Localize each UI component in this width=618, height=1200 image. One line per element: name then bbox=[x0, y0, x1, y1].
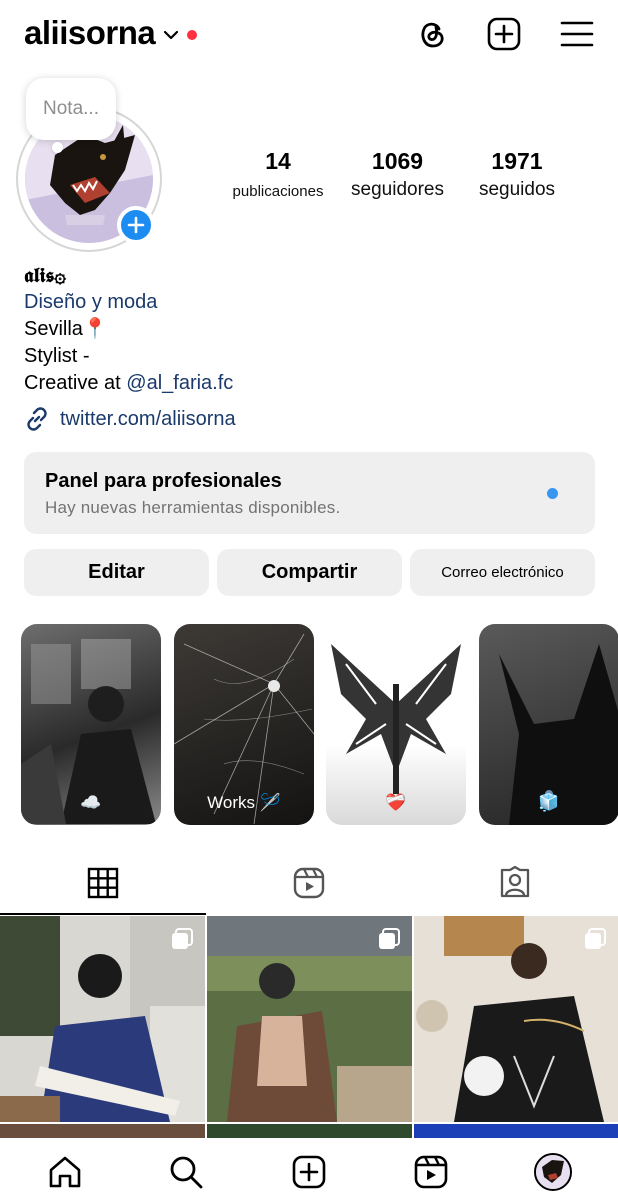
profile-avatar-small bbox=[534, 1153, 572, 1191]
mention-link[interactable]: @al_faria.fc bbox=[126, 372, 233, 394]
account-switcher[interactable]: aliisorna bbox=[24, 14, 198, 52]
nav-search[interactable] bbox=[166, 1152, 206, 1192]
plus-icon bbox=[127, 216, 145, 234]
home-icon bbox=[49, 1156, 81, 1188]
carousel-icon bbox=[172, 928, 193, 949]
note-placeholder: Nota... bbox=[43, 98, 99, 119]
threads-icon[interactable] bbox=[414, 16, 450, 52]
reels-icon bbox=[293, 867, 325, 899]
carousel-icon bbox=[585, 928, 606, 949]
tab-tagged[interactable] bbox=[412, 852, 618, 914]
tab-reels[interactable] bbox=[206, 852, 412, 914]
bottom-navigation bbox=[0, 1138, 618, 1200]
nav-profile[interactable] bbox=[533, 1152, 573, 1192]
note-bubble[interactable]: Nota... bbox=[26, 78, 116, 140]
highlight-4[interactable]: 🧊 bbox=[479, 624, 618, 825]
share-profile-button[interactable]: Compartir bbox=[217, 549, 402, 596]
external-link[interactable]: twitter.com/aliisorna bbox=[24, 406, 236, 432]
bio-line-prefix: Creative at bbox=[24, 372, 127, 394]
nav-create[interactable] bbox=[289, 1152, 329, 1192]
edit-profile-button[interactable]: Editar bbox=[24, 549, 209, 596]
username[interactable]: aliisorna bbox=[24, 14, 156, 52]
nav-reels[interactable] bbox=[411, 1152, 451, 1192]
professional-dashboard[interactable]: Panel para profesionales Hay nuevas herr… bbox=[24, 452, 595, 534]
post-thumbnail[interactable] bbox=[0, 916, 205, 1122]
highlight-label: 🧊 bbox=[538, 793, 560, 812]
highlight-1[interactable]: ☁️ bbox=[21, 624, 161, 825]
link-icon bbox=[27, 407, 47, 431]
panel-title: Panel para profesionales bbox=[45, 470, 282, 492]
top-bar: aliisorna bbox=[0, 0, 618, 70]
note-tail bbox=[52, 142, 63, 153]
create-icon bbox=[292, 1155, 326, 1189]
highlight-3[interactable]: ❤️‍🩹 bbox=[326, 624, 466, 825]
profile-tabs bbox=[0, 852, 618, 915]
notification-dot bbox=[187, 30, 198, 40]
carousel-icon bbox=[379, 928, 400, 949]
new-indicator-dot bbox=[547, 488, 558, 499]
stat-label: publicaciones bbox=[232, 183, 324, 200]
stat-posts[interactable]: 14 publicaciones bbox=[222, 148, 334, 200]
nav-home[interactable] bbox=[45, 1152, 85, 1192]
reels-icon bbox=[414, 1155, 448, 1189]
highlight-label: ☁️ bbox=[80, 793, 102, 812]
panel-subtitle: Hay nuevas herramientas disponibles. bbox=[45, 498, 341, 517]
highlight-label: ❤️‍🩹 bbox=[385, 793, 407, 812]
bio-line: Stylist - bbox=[24, 345, 90, 367]
post-thumbnail[interactable] bbox=[414, 916, 618, 1122]
bio-line-creative: Creative at @al_faria.fc bbox=[24, 370, 594, 397]
tab-grid[interactable] bbox=[0, 852, 206, 915]
post-thumbnail[interactable] bbox=[207, 916, 412, 1122]
highlight-label: Works 🪡 bbox=[207, 793, 281, 812]
tagged-icon bbox=[500, 866, 530, 898]
menu-icon[interactable] bbox=[559, 16, 595, 52]
search-icon bbox=[170, 1156, 203, 1189]
chevron-down-icon[interactable] bbox=[163, 29, 179, 41]
add-story-button[interactable] bbox=[117, 206, 155, 244]
stat-followers[interactable]: 1069 seguidores bbox=[340, 148, 455, 201]
new-post-icon[interactable] bbox=[486, 16, 522, 52]
category-label[interactable]: Diseño y moda bbox=[24, 289, 594, 316]
stat-value: 14 bbox=[265, 148, 291, 174]
link-text[interactable]: twitter.com/aliisorna bbox=[60, 408, 236, 431]
grid-icon bbox=[87, 867, 119, 899]
stat-following[interactable]: 1971 seguidos bbox=[466, 148, 568, 201]
stat-value: 1971 bbox=[491, 148, 543, 174]
stat-label: seguidos bbox=[478, 179, 556, 200]
display-name: 𝖆𝖑𝖎𝖘۞ bbox=[24, 263, 67, 287]
highlight-2[interactable]: Works 🪡 bbox=[174, 624, 314, 825]
email-button[interactable]: Correo electrónico bbox=[410, 549, 595, 596]
stat-value: 1069 bbox=[371, 148, 424, 174]
bio-line: Sevilla📍 bbox=[24, 318, 108, 340]
stat-label: seguidores bbox=[351, 179, 444, 200]
tab-active-indicator bbox=[0, 913, 206, 915]
bio: 𝖆𝖑𝖎𝖘۞ Diseño y moda Sevilla📍 Stylist - C… bbox=[24, 262, 594, 397]
